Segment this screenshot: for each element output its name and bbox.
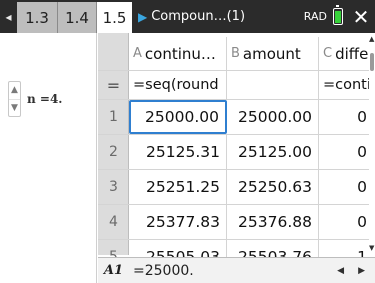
column-header-a[interactable]: A continu… xyxy=(129,37,227,70)
column-name: differ xyxy=(335,44,369,63)
formula-cell-b[interactable] xyxy=(227,71,319,99)
cell-a3[interactable]: 25251.25 xyxy=(129,170,227,204)
formula-cell-a[interactable]: =seq(round xyxy=(129,71,227,99)
spreadsheet-grid: A continu… B amount C differ = =seq(roun… xyxy=(98,37,369,275)
arrow-right-icon[interactable]: ▶ xyxy=(358,266,365,276)
tab-scroll-left-icon[interactable]: ◂ xyxy=(0,0,17,33)
cell-a1[interactable]: 25000.00 xyxy=(129,100,227,134)
column-header-b[interactable]: B amount xyxy=(227,37,319,70)
document-title[interactable]: ▶ Compoun…(1) xyxy=(132,0,302,33)
cell-a4[interactable]: 25377.83 xyxy=(129,205,227,239)
cell-b1[interactable]: 25000.00 xyxy=(227,100,319,134)
entry-nav: ◀ ▶ xyxy=(337,266,375,276)
column-header-row: A continu… B amount C differ xyxy=(98,37,369,71)
arrow-left-icon[interactable]: ◀ xyxy=(337,266,344,276)
close-icon[interactable]: ✕ xyxy=(349,0,373,33)
column-letter: A xyxy=(133,46,142,61)
cell-c3[interactable]: 0 xyxy=(319,170,369,204)
scrollbar-thumb[interactable] xyxy=(370,53,374,71)
n-stepper[interactable]: ▲ ▼ xyxy=(8,81,21,117)
formula-row: = =seq(round =conti xyxy=(98,71,369,100)
cell-c4[interactable]: 0 xyxy=(319,205,369,239)
vertical-scrollbar[interactable]: ▲ ▼ xyxy=(369,33,375,255)
n-slider[interactable]: ▲ ▼ n =4. xyxy=(8,81,62,117)
table-row: 2 25125.31 25125.00 0 xyxy=(98,135,369,170)
scroll-down-icon[interactable]: ▼ xyxy=(369,244,374,252)
scroll-up-icon[interactable]: ▲ xyxy=(369,35,374,43)
graph-panel: ▲ ▼ n =4. xyxy=(0,33,97,283)
slider-label: n =4. xyxy=(27,92,63,106)
battery-icon xyxy=(333,5,343,25)
angle-mode-indicator: RAD xyxy=(303,10,327,23)
column-header-c[interactable]: C differ xyxy=(319,37,369,70)
cell-a2[interactable]: 25125.31 xyxy=(129,135,227,169)
formula-row-marker: = xyxy=(106,75,121,95)
formula-cell-c[interactable]: =conti xyxy=(319,71,369,99)
column-letter: C xyxy=(323,46,333,61)
spreadsheet: A continu… B amount C differ = =seq(roun… xyxy=(98,33,375,283)
cell-b4[interactable]: 25376.88 xyxy=(227,205,319,239)
cell-c2[interactable]: 0 xyxy=(319,135,369,169)
entry-input[interactable]: =25000. xyxy=(129,263,337,279)
play-triangle-icon: ▶ xyxy=(138,9,148,24)
tab-bar: ◂ 1.3 1.4 1.5 ▶ Compoun…(1) RAD ✕ xyxy=(0,0,375,33)
column-name: amount xyxy=(242,44,301,63)
tab-1-5[interactable]: 1.5 xyxy=(97,2,132,33)
entry-line: A1 =25000. ◀ ▶ xyxy=(98,257,375,283)
tab-1-4[interactable]: 1.4 xyxy=(58,2,97,33)
cell-c1[interactable]: 0 xyxy=(319,100,369,134)
chevron-up-icon[interactable]: ▲ xyxy=(9,82,20,99)
cell-reference: A1 xyxy=(103,263,124,278)
status-area: RAD xyxy=(304,0,349,33)
tab-1-3[interactable]: 1.3 xyxy=(17,2,58,33)
cell-b3[interactable]: 25250.63 xyxy=(227,170,319,204)
row-number[interactable]: 4 xyxy=(98,214,129,230)
table-row: 1 25000.00 25000.00 0 xyxy=(98,100,369,135)
table-row: 3 25251.25 25250.63 0 xyxy=(98,170,369,205)
row-number[interactable]: 3 xyxy=(98,179,129,195)
column-letter: B xyxy=(231,46,240,61)
chevron-down-icon[interactable]: ▼ xyxy=(9,98,20,117)
table-row: 4 25377.83 25376.88 0 xyxy=(98,205,369,240)
column-name: continu… xyxy=(144,44,216,63)
row-number[interactable]: 2 xyxy=(98,144,129,160)
document-title-text: Compoun…(1) xyxy=(151,9,246,24)
cell-b2[interactable]: 25125.00 xyxy=(227,135,319,169)
row-number[interactable]: 1 xyxy=(98,109,129,125)
